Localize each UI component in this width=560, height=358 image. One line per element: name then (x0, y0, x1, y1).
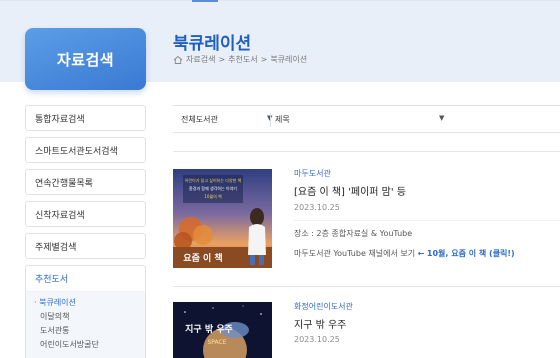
item-place: 장소 : 2층 종합자료실 & YouTube (294, 229, 413, 238)
breadcrumb: 자료검색 > 추천도서 > 북큐레이션 (173, 54, 307, 65)
item-description-text: 마두도서관 YouTube 채널에서 보기 (294, 249, 416, 258)
book-cover-thumbnail[interactable]: 지구 밖 우주 SPACE (173, 302, 272, 358)
field-select-value: 제목 (275, 115, 290, 124)
item-date: 2023.10.25 (294, 335, 340, 344)
arrow-icon: ← (417, 249, 425, 258)
sidebar-submenu: 북큐레이션 이달의책 도서관통 어린이도서방굴단 (25, 291, 146, 358)
home-icon[interactable] (173, 55, 183, 65)
field-select[interactable]: 제목 ▼ (275, 106, 444, 133)
sidebar-title: 자료검색 (25, 28, 146, 90)
item-library: 마두도서관 (294, 169, 331, 178)
filter-bar: 전체도서관 ▼ 제목 ▼ (173, 105, 560, 133)
youtube-link[interactable]: 10월, 요즘 이 책 (클릭!) (427, 249, 515, 258)
item-date: 2023.10.25 (294, 203, 340, 212)
sidebar-item-smart-library-search[interactable]: 스마트도서관도서검색 (25, 137, 146, 163)
page-title: 북큐레이션 (173, 34, 252, 54)
header-accent-line (192, 0, 218, 2)
thumb-caption: 환경과 함께 생각하는 이야기 (189, 185, 237, 191)
thumb-subtitle: SPACE (207, 339, 226, 346)
sidebar-subitem-library-tong[interactable]: 도서관통 (34, 324, 145, 338)
library-select[interactable]: 전체도서관 ▼ (181, 106, 272, 133)
breadcrumb-item-recommended[interactable]: 추천도서 (228, 54, 257, 65)
item-description: 마두도서관 YouTube 채널에서 보기 ← 10월, 요즘 이 책 (클릭!… (294, 248, 515, 259)
sidebar-item-new-arrivals[interactable]: 신착자료검색 (25, 201, 146, 227)
item-library: 화정어린이도서관 (294, 302, 353, 311)
list-divider (173, 286, 560, 287)
sidebar-subitem-children-book-club[interactable]: 어린이도서방굴단 (34, 338, 145, 352)
sidebar-item-periodicals[interactable]: 연속간행물목록 (25, 169, 146, 195)
sidebar-item-recommended-books[interactable]: 추천도서 (25, 265, 146, 291)
thumb-caption: 10월의 책 (204, 193, 222, 199)
breadcrumb-separator: > (218, 55, 226, 64)
breadcrumb-separator: > (260, 55, 268, 64)
sidebar-item-subject-search[interactable]: 주제별검색 (25, 233, 146, 259)
book-cover-thumbnail[interactable]: 어린이가 읽고 싶어하는 다양한 책 환경과 함께 생각하는 이야기 10월의 … (173, 169, 272, 268)
item-divider (294, 220, 560, 221)
item-title[interactable]: 지구 밖 우주 (294, 316, 346, 331)
breadcrumb-item-search[interactable]: 자료검색 (186, 54, 215, 65)
thumb-title: 요즘 이 책 (183, 252, 222, 264)
sidebar-subitem-book-curation[interactable]: 북큐레이션 (34, 296, 145, 310)
list-divider (173, 151, 560, 152)
sidebar-subitem-book-of-month[interactable]: 이달의책 (34, 310, 145, 324)
chevron-down-icon: ▼ (439, 114, 445, 122)
thumb-title: 지구 밖 우주 (185, 323, 233, 335)
item-title[interactable]: [요즘 이 책] '페이퍼 맘' 등 (294, 183, 406, 198)
thumb-caption: 어린이가 읽고 싶어하는 다양한 책 (185, 177, 242, 183)
sidebar-menu: 통합자료검색 스마트도서관도서검색 연속간행물목록 신착자료검색 주제별검색 추… (25, 105, 146, 358)
library-select-value: 전체도서관 (181, 115, 218, 124)
filter-divider (270, 113, 271, 127)
breadcrumb-item-current: 북큐레이션 (270, 55, 308, 64)
sidebar-item-integrated-search[interactable]: 통합자료검색 (25, 105, 146, 131)
